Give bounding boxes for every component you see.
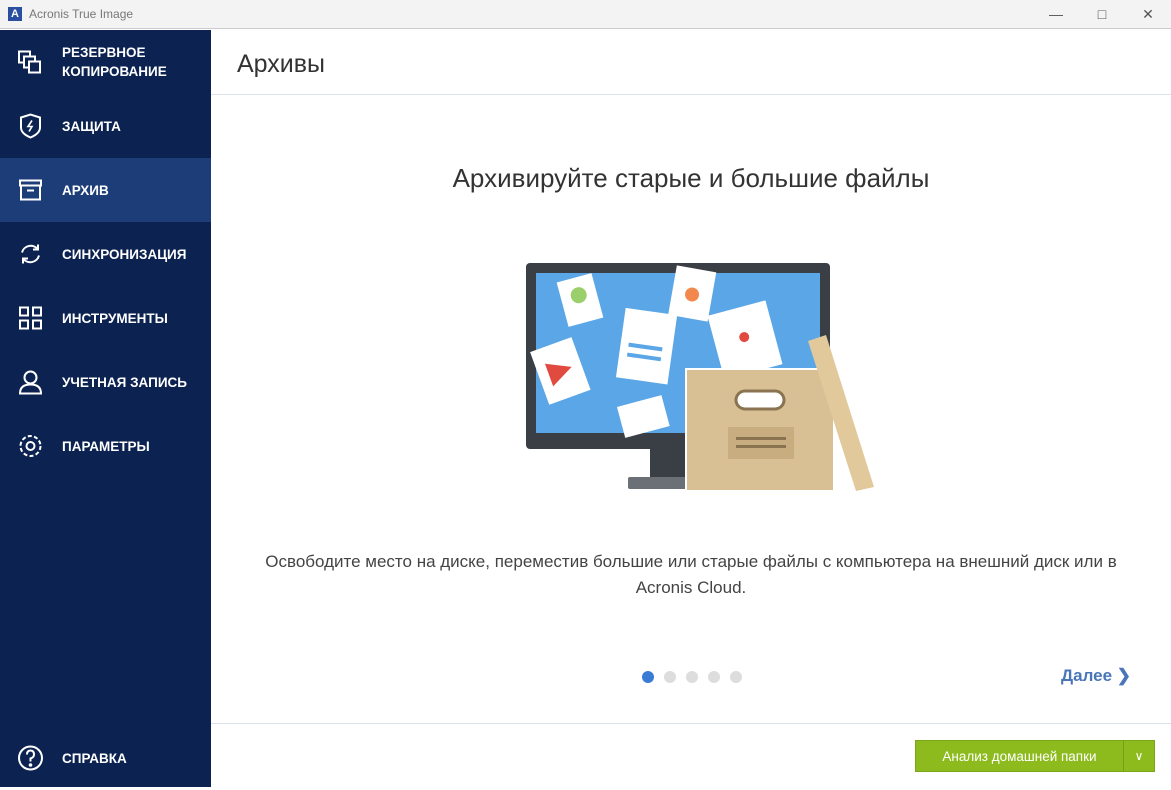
page-title: Архивы xyxy=(237,50,326,78)
close-button[interactable]: ✕ xyxy=(1125,0,1171,29)
sidebar-item-label: СИНХРОНИЗАЦИЯ xyxy=(62,246,187,262)
title-bar: A Acronis True Image — □ ✕ xyxy=(0,0,1171,29)
analyze-home-folder-button[interactable]: Анализ домашней папки xyxy=(916,741,1124,771)
tools-icon xyxy=(19,306,42,330)
pager-dot-2[interactable] xyxy=(664,671,676,683)
sidebar-item-backup[interactable]: РЕЗЕРВНОЕ КОПИРОВАНИЕ xyxy=(0,30,211,94)
pager-dot-5[interactable] xyxy=(730,671,742,683)
shield-icon xyxy=(20,113,41,139)
sidebar-item-label: ПАРАМЕТРЫ xyxy=(62,438,150,454)
minimize-button[interactable]: — xyxy=(1033,0,1079,29)
sidebar-item-label: ИНСТРУМЕНТЫ xyxy=(62,310,168,326)
gear-icon xyxy=(19,435,42,457)
sidebar-item-sync[interactable]: СИНХРОНИЗАЦИЯ xyxy=(0,222,211,286)
archive-illustration xyxy=(526,263,874,492)
analyze-home-folder-button-group: Анализ домашней папки ∨ xyxy=(915,740,1155,772)
chevron-right-icon: ❯ xyxy=(1116,666,1132,685)
sidebar: РЕЗЕРВНОЕ КОПИРОВАНИЕ ЗАЩИТА АРХИВ СИНХР… xyxy=(0,30,211,787)
maximize-button[interactable]: □ xyxy=(1079,0,1125,29)
sidebar-item-label: СПРАВКА xyxy=(62,750,127,766)
archive-icon xyxy=(19,179,42,201)
app-title: Acronis True Image xyxy=(29,7,134,21)
sync-icon xyxy=(21,244,40,264)
sidebar-item-archive[interactable]: АРХИВ xyxy=(0,158,211,222)
sidebar-item-settings[interactable]: ПАРАМЕТРЫ xyxy=(0,414,211,478)
next-link[interactable]: Далее ❯ xyxy=(1061,666,1131,686)
sidebar-item-label: ЗАЩИТА xyxy=(62,118,121,134)
help-icon xyxy=(18,745,43,771)
pager-dot-3[interactable] xyxy=(686,671,698,683)
pager-dot-4[interactable] xyxy=(708,671,720,683)
sidebar-item-label: УЧЕТНАЯ ЗАПИСЬ xyxy=(62,374,187,390)
sidebar-item-account[interactable]: УЧЕТНАЯ ЗАПИСЬ xyxy=(0,350,211,414)
sidebar-item-label: РЕЗЕРВНОЕ КОПИРОВАНИЕ xyxy=(62,45,167,79)
pager-dot-1[interactable] xyxy=(642,671,654,683)
pager xyxy=(642,671,742,683)
description: Освободите место на диске, переместив бо… xyxy=(265,552,1117,597)
sidebar-item-tools[interactable]: ИНСТРУМЕНТЫ xyxy=(0,286,211,350)
divider xyxy=(211,94,1171,95)
headline: Архивируйте старые и большие файлы xyxy=(452,163,930,193)
account-icon xyxy=(18,370,43,395)
sidebar-item-label: АРХИВ xyxy=(62,182,109,198)
backup-icon xyxy=(18,50,41,74)
sidebar-item-help[interactable]: СПРАВКА xyxy=(0,726,211,790)
next-label: Далее xyxy=(1061,666,1113,685)
sidebar-item-protection[interactable]: ЗАЩИТА xyxy=(0,94,211,158)
chevron-down-icon[interactable]: ∨ xyxy=(1124,741,1154,771)
divider xyxy=(211,723,1171,724)
app-logo-icon: A xyxy=(8,7,22,21)
